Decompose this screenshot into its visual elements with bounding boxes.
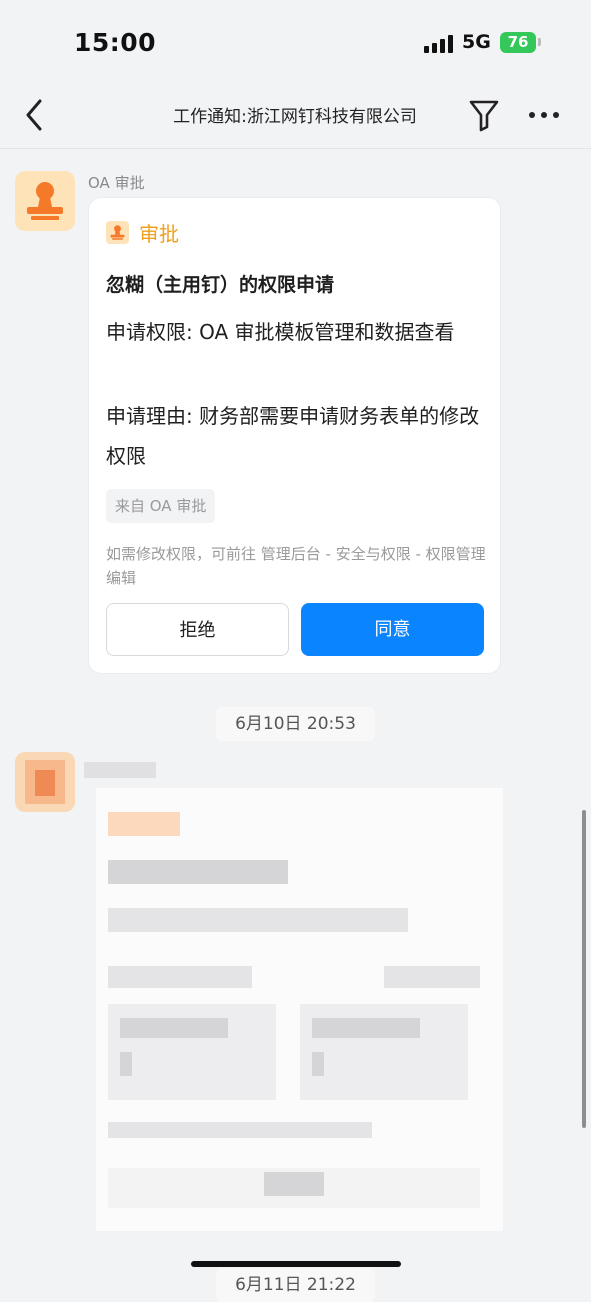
agree-button[interactable]: 同意 bbox=[301, 603, 484, 656]
more-icon[interactable] bbox=[526, 100, 564, 130]
blurred-field bbox=[108, 908, 408, 932]
battery-tip bbox=[538, 38, 541, 46]
filter-icon[interactable] bbox=[467, 96, 501, 134]
reject-button[interactable]: 拒绝 bbox=[106, 603, 289, 656]
blurred-box-left-value bbox=[120, 1052, 132, 1076]
nav-bar: 工作通知:浙江网钉科技有限公司 bbox=[0, 88, 591, 149]
blurred-app-name bbox=[108, 812, 180, 836]
blurred-card[interactable] bbox=[96, 788, 503, 1231]
signal-icon bbox=[424, 35, 454, 53]
stamp-icon bbox=[27, 182, 63, 220]
home-indicator[interactable] bbox=[191, 1261, 401, 1267]
blurred-title bbox=[108, 860, 288, 884]
requested-permission: 申请权限: OA 审批模板管理和数据查看 bbox=[106, 320, 455, 344]
blurred-box-left-text bbox=[120, 1018, 228, 1038]
time-divider: 6月10日 20:53 bbox=[216, 707, 375, 741]
blurred-box-right-text bbox=[312, 1018, 420, 1038]
blurred-button-label bbox=[264, 1172, 324, 1196]
page-title: 工作通知:浙江网钉科技有限公司 bbox=[173, 107, 417, 127]
oa-approval-avatar[interactable] bbox=[15, 171, 75, 231]
blurred-hint bbox=[108, 1122, 372, 1138]
approval-card[interactable]: 审批 忽糊（主用钉）的权限申请 申请权限: OA 审批模板管理和数据查看 申请理… bbox=[89, 198, 500, 673]
admin-hint: 如需修改权限，可前往 管理后台 - 安全与权限 - 权限管理 编辑 bbox=[106, 545, 486, 587]
card-app-name: 审批 bbox=[139, 222, 179, 246]
blurred-row-label bbox=[108, 966, 252, 988]
clock: 15:00 bbox=[74, 28, 157, 57]
time-divider-2: 6月11日 21:22 bbox=[216, 1268, 375, 1302]
sender-name: OA 审批 bbox=[88, 174, 145, 192]
battery-icon: 76 bbox=[500, 32, 536, 53]
blurred-sender bbox=[84, 762, 156, 778]
blurred-box-right-value bbox=[312, 1052, 324, 1076]
blurred-avatar[interactable] bbox=[15, 752, 75, 812]
card-title: 忽糊（主用钉）的权限申请 bbox=[106, 274, 335, 296]
approval-app-icon bbox=[106, 221, 129, 244]
blurred-row-value bbox=[384, 966, 480, 988]
network-type: 5G bbox=[462, 31, 491, 53]
scrollbar[interactable] bbox=[582, 810, 586, 1128]
source-tag[interactable]: 来自 OA 审批 bbox=[106, 489, 216, 523]
request-reason: 申请理由: 财务部需要申请财务表单的修改权限 bbox=[106, 404, 480, 468]
status-bar: 15:00 5G 76 bbox=[0, 0, 591, 88]
back-icon[interactable] bbox=[20, 95, 50, 135]
